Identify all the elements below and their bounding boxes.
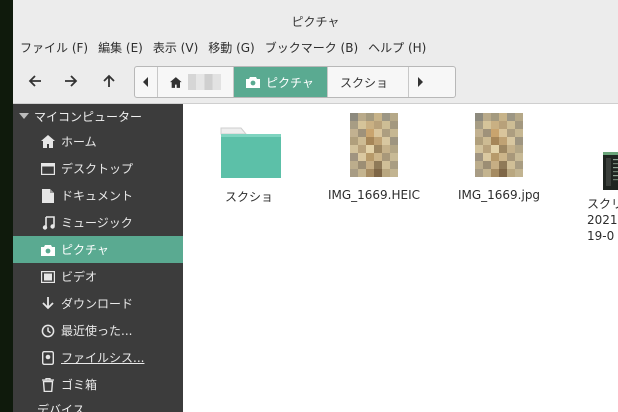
sidebar-item-label: ドキュメント (61, 189, 134, 203)
sidebar-item-trash[interactable]: ゴミ箱 (13, 371, 183, 398)
path-bar: ピクチャ スクショ (134, 66, 456, 98)
crumb-pictures-label: ピクチャ (266, 75, 314, 90)
triangle-right-icon (418, 77, 423, 87)
path-scroll-right[interactable] (408, 67, 431, 97)
menu-file[interactable]: ファイル (F) (15, 39, 93, 56)
sidebar-item-desktop[interactable]: デスクトップ (13, 155, 183, 182)
arrow-right-icon (65, 75, 78, 87)
arrow-up-icon (103, 74, 115, 87)
sidebar-item-filesystem[interactable]: ファイルシス... (13, 344, 183, 371)
download-icon (40, 296, 56, 312)
document-icon (40, 188, 56, 204)
menu-help[interactable]: ヘルプ (H) (363, 39, 431, 56)
sidebar-item-label: ゴミ箱 (61, 378, 98, 392)
file-item-screenshot[interactable]: スクリー 2021-1 19-0 (563, 112, 618, 244)
menu-bookmarks[interactable]: ブックマーク (B) (260, 39, 363, 56)
file-item-folder[interactable]: スクショ (189, 112, 309, 205)
sidebar-item-label: ミュージック (61, 216, 133, 230)
home-icon (40, 134, 56, 150)
sidebar-item-label: ダウンロード (61, 297, 134, 311)
toolbar: ピクチャ スクショ (13, 58, 618, 104)
file-item-heic[interactable]: IMG_1669.HEIC (314, 112, 434, 203)
menu-edit[interactable]: 編集 (E) (93, 39, 148, 56)
folder-icon (220, 127, 281, 178)
crumb-screenshots[interactable]: スクショ (328, 67, 408, 97)
file-manager-window: ピクチャ ファイル (F) 編集 (E) 表示 (V) 移動 (G) ブックマー… (13, 0, 618, 412)
home-icon (170, 76, 182, 88)
arrow-left-icon (28, 75, 41, 87)
camera-icon (246, 77, 260, 88)
sidebar-item-home[interactable]: ホーム (13, 128, 183, 155)
crumb-screenshots-label: スクショ (340, 75, 389, 90)
sidebar-item-label: デスクトップ (61, 162, 134, 176)
file-name: スクショ (224, 190, 273, 204)
screenshot-thumbnail-icon (603, 152, 618, 190)
desktop-icon (40, 161, 56, 177)
trash-icon (40, 377, 56, 393)
sidebar-item-videos[interactable]: ビデオ (13, 263, 183, 290)
menu-go[interactable]: 移動 (G) (203, 39, 259, 56)
crumb-pictures[interactable]: ピクチャ (234, 67, 328, 97)
sidebar-item-label: ピクチャ (61, 243, 109, 257)
camera-icon (40, 242, 56, 258)
triangle-down-icon (19, 113, 29, 119)
up-button[interactable] (98, 70, 120, 92)
image-thumbnail-icon (475, 113, 523, 177)
back-button[interactable] (24, 70, 46, 92)
sidebar-section-my-computer[interactable]: マイコンピューター (13, 104, 183, 128)
sidebar-section-devices[interactable]: デバイス (13, 398, 183, 412)
sidebar-item-recent[interactable]: 最近使った... (13, 317, 183, 344)
triangle-left-icon (143, 77, 148, 87)
forward-button[interactable] (60, 70, 82, 92)
sidebar-item-downloads[interactable]: ダウンロード (13, 290, 183, 317)
file-name: IMG_1669.jpg (457, 188, 541, 202)
sidebar: マイコンピューター ホーム デスクトップ ドキュメント ミュージック ピクチャ … (13, 104, 183, 412)
sidebar-section-label: デバイス (37, 403, 85, 412)
drive-icon (40, 350, 56, 366)
sidebar-item-music[interactable]: ミュージック (13, 209, 183, 236)
sidebar-item-label: ホーム (61, 135, 97, 149)
file-name: スクリー 2021-1 19-0 (587, 197, 618, 243)
sidebar-item-label: ファイルシス... (61, 351, 145, 365)
sidebar-item-pictures[interactable]: ピクチャ (13, 236, 183, 263)
sidebar-item-label: ビデオ (61, 270, 98, 284)
image-thumbnail-icon (350, 113, 398, 177)
window-title: ピクチャ (13, 0, 618, 36)
file-view: スクショ IMG_1669.HEIC IMG_1669.jpg スクリ 2021… (183, 104, 618, 412)
path-scroll-left[interactable] (135, 67, 158, 97)
video-icon (40, 269, 56, 285)
sidebar-item-documents[interactable]: ドキュメント (13, 182, 183, 209)
recent-icon (40, 323, 56, 339)
menu-bar: ファイル (F) 編集 (E) 表示 (V) 移動 (G) ブックマーク (B)… (13, 36, 618, 58)
sidebar-item-label: 最近使った... (61, 324, 133, 338)
file-item-jpg[interactable]: IMG_1669.jpg (439, 112, 559, 203)
sidebar-section-label: マイコンピューター (34, 109, 143, 124)
file-name: IMG_1669.HEIC (327, 188, 421, 202)
music-icon (40, 215, 56, 231)
menu-view[interactable]: 表示 (V) (148, 39, 203, 56)
crumb-home[interactable] (158, 67, 234, 97)
blurred-username (187, 74, 221, 90)
